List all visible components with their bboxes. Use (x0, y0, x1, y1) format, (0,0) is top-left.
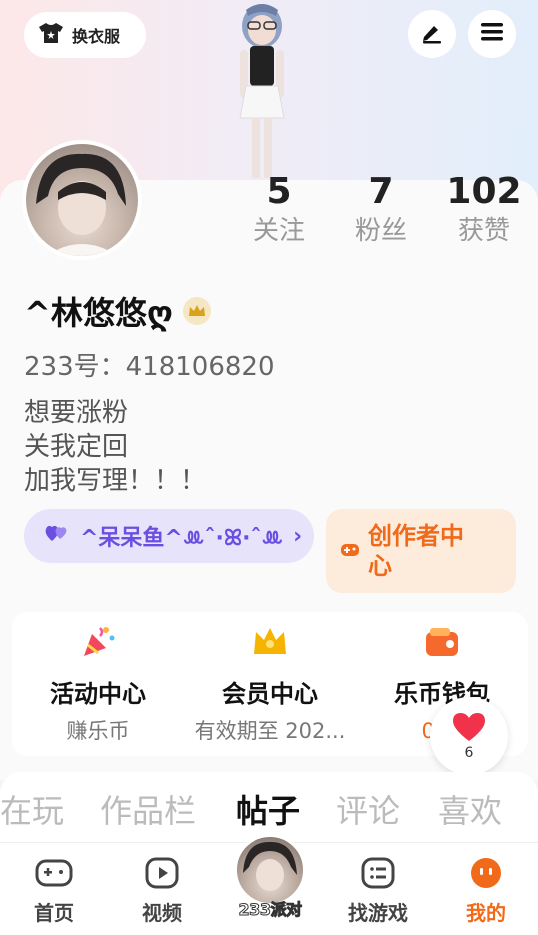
activity-center-button[interactable]: 活动中心 赚乐币 (12, 612, 184, 756)
nav-video-label: 视频 (142, 901, 182, 925)
nav-find-games[interactable]: 找游戏 (338, 857, 418, 926)
wardrobe-label: 换衣服 (72, 27, 121, 46)
creator-center-button[interactable]: 创作者中心 (326, 509, 516, 593)
nav-mine[interactable]: 我的 (446, 857, 526, 926)
username: ^林悠悠ღ (24, 288, 211, 334)
nav-mine-label: 我的 (466, 901, 506, 925)
profile-avatar[interactable] (22, 140, 142, 260)
smile-face-icon (469, 857, 503, 893)
nav-home[interactable]: 首页 (14, 857, 94, 926)
edit-icon (420, 20, 444, 48)
guild-chip[interactable]: ^呆呆鱼^ꔛˆ·ꕤ·ˆꔛ › (24, 509, 314, 563)
stat-likes[interactable]: 102 获赞 (446, 170, 522, 248)
guild-label: ^呆呆鱼^ꔛˆ·ꕤ·ˆꔛ (80, 526, 284, 551)
gamepad-nav-icon (35, 857, 73, 893)
menu-button[interactable] (468, 10, 516, 58)
list-icon (361, 857, 395, 893)
nav-find-games-label: 找游戏 (348, 901, 408, 925)
avatar-character-image[interactable] (212, 0, 312, 180)
tab-works[interactable]: 作品栏 (100, 786, 196, 832)
username-text: ^林悠悠ღ (24, 294, 173, 332)
gamepad-icon (340, 537, 360, 565)
crown-icon (250, 622, 290, 666)
tab-posts[interactable]: 帖子 (236, 786, 300, 832)
edit-profile-button[interactable] (408, 10, 456, 58)
followers-label: 粉丝 (354, 216, 407, 246)
heart-icon (451, 711, 487, 747)
favorite-float-button[interactable]: 6 (430, 697, 508, 775)
chevron-right-icon: › (293, 523, 303, 549)
likes-count: 102 (446, 171, 522, 212)
followers-count: 7 (368, 171, 394, 212)
wardrobe-button[interactable]: 换衣服 (24, 12, 146, 58)
stat-followers[interactable]: 7 粉丝 (350, 170, 412, 248)
tab-playing[interactable]: 在玩 (0, 786, 64, 832)
following-count: 5 (266, 171, 292, 212)
stat-following[interactable]: 5 关注 (248, 170, 310, 248)
membership-center-button[interactable]: 会员中心 有效期至 202... (184, 612, 356, 756)
party-popper-icon (78, 622, 118, 666)
nav-video[interactable]: 视频 (122, 857, 202, 926)
tab-likes[interactable]: 喜欢 (438, 786, 502, 832)
party-label: 233派对 (238, 900, 302, 920)
play-icon (145, 857, 179, 893)
user-id: 233号：418106820 (24, 352, 275, 382)
heart-group-icon (44, 523, 70, 549)
activity-center-title: 活动中心 (50, 680, 146, 708)
creator-center-label: 创作者中心 (368, 522, 464, 580)
activity-center-sub: 赚乐币 (66, 719, 130, 743)
membership-center-title: 会员中心 (222, 680, 318, 708)
nav-home-label: 首页 (34, 901, 74, 925)
tab-comments[interactable]: 评论 (336, 786, 400, 832)
following-label: 关注 (252, 216, 305, 246)
menu-icon (480, 21, 504, 47)
membership-center-sub: 有效期至 202... (194, 719, 346, 743)
wallet-icon (422, 622, 462, 666)
content-tabs: 在玩 作品栏 帖子 评论 喜欢 (0, 772, 538, 842)
favorite-count: 6 (464, 745, 474, 761)
vip-crown-icon[interactable] (182, 297, 211, 325)
bio-line: 加我写理！！！ (24, 466, 207, 496)
tshirt-icon (38, 22, 64, 48)
bio-line: 想要涨粉 (24, 398, 129, 428)
bio-line: 关我定回 (24, 432, 129, 462)
likes-label: 获赞 (457, 216, 510, 246)
bio: 想要涨粉 关我定回 加我写理！！！ (24, 396, 206, 498)
